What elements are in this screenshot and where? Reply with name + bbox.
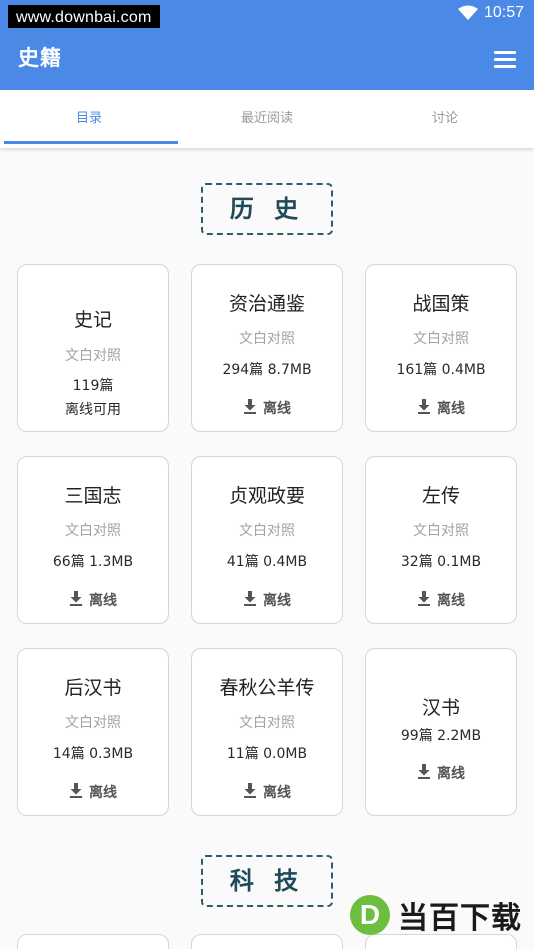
- book-stats: 14篇 0.3MB: [52, 746, 134, 762]
- book-stats: 32篇 0.1MB: [400, 554, 482, 570]
- tab-bar: 目录 最近阅读 讨论: [0, 90, 534, 148]
- tab-recent[interactable]: 最近阅读: [178, 90, 356, 148]
- wifi-icon: [457, 5, 478, 21]
- logo-text: 当百下载: [398, 901, 522, 936]
- offline-download-button[interactable]: 离线: [18, 590, 168, 610]
- book-name: 汉书: [421, 697, 460, 719]
- book-subtitle: 文白对照: [65, 715, 121, 731]
- book-stats: 41篇 0.4MB: [226, 554, 308, 570]
- download-icon: [243, 398, 257, 418]
- book-card-hanshu[interactable]: 汉书 99篇 2.2MB 离线: [365, 648, 517, 816]
- offline-label: 离线: [437, 401, 465, 417]
- offline-download-button[interactable]: 离线: [192, 398, 342, 418]
- book-stats: 99篇 2.2MB: [400, 728, 482, 744]
- book-name: 战国策: [412, 293, 470, 315]
- tab-discussion[interactable]: 讨论: [356, 90, 534, 148]
- book-stats: 161篇 0.4MB: [396, 362, 486, 378]
- status-icons: 10:57: [457, 4, 524, 22]
- book-card-chunqiugongyangzhuan[interactable]: 春秋公羊传 文白对照 11篇 0.0MB 离线: [191, 648, 343, 816]
- book-card-zizhitongjian[interactable]: 资治通鉴 文白对照 294篇 8.7MB 离线: [191, 264, 343, 432]
- book-card-shiji[interactable]: 史记 文白对照 119篇 离线可用: [17, 264, 169, 432]
- book-card-zhenguanzhengyao[interactable]: 贞观政要 文白对照 41篇 0.4MB 离线: [191, 456, 343, 624]
- book-subtitle: 文白对照: [239, 523, 295, 539]
- book-name: 左传: [421, 485, 460, 507]
- offline-label: 离线: [89, 785, 117, 801]
- offline-label: 离线: [89, 593, 117, 609]
- book-stats: 294篇 8.7MB: [222, 362, 312, 378]
- book-card-zuozhuan[interactable]: 左传 文白对照 32篇 0.1MB 离线: [365, 456, 517, 624]
- download-icon: [69, 782, 83, 802]
- offline-label: 离线: [263, 785, 291, 801]
- book-card-houhanshu[interactable]: 后汉书 文白对照 14篇 0.3MB 离线: [17, 648, 169, 816]
- offline-label: 离线: [437, 593, 465, 609]
- book-stats: 11篇 0.0MB: [226, 746, 308, 762]
- app-title: 史籍: [18, 46, 62, 70]
- book-card-zhanguoce[interactable]: 战国策 文白对照 161篇 0.4MB 离线: [365, 264, 517, 432]
- book-name: 三国志: [64, 485, 122, 507]
- offline-download-button[interactable]: 离线: [192, 782, 342, 802]
- offline-label: 离线: [437, 766, 465, 782]
- offline-status: 离线可用: [65, 402, 121, 418]
- book-subtitle: 文白对照: [413, 331, 469, 347]
- book-subtitle: 文白对照: [65, 523, 121, 539]
- book-name: 贞观政要: [228, 485, 305, 507]
- offline-label: 离线: [263, 401, 291, 417]
- book-name: 春秋公羊传: [219, 677, 315, 699]
- offline-download-button[interactable]: 离线: [18, 782, 168, 802]
- book-card-partial[interactable]: [191, 934, 343, 949]
- book-stats: 119篇: [72, 378, 114, 394]
- hamburger-menu-icon[interactable]: [488, 44, 522, 74]
- tab-catalog[interactable]: 目录: [0, 90, 178, 148]
- download-icon: [243, 782, 257, 802]
- download-icon: [417, 763, 431, 783]
- logo-badge-icon: D: [350, 895, 390, 935]
- offline-label: 离线: [263, 593, 291, 609]
- book-card-sanguozhi[interactable]: 三国志 文白对照 66篇 1.3MB 离线: [17, 456, 169, 624]
- book-card-partial[interactable]: [17, 934, 169, 949]
- book-name: 史记: [73, 309, 112, 331]
- section-title-science: 科 技: [201, 855, 333, 907]
- download-icon: [417, 398, 431, 418]
- watermark-logo: D 当百下载: [350, 893, 522, 937]
- book-name: 后汉书: [64, 677, 122, 699]
- book-stats: 66篇 1.3MB: [52, 554, 134, 570]
- book-subtitle: 文白对照: [413, 523, 469, 539]
- book-name: 资治通鉴: [228, 293, 305, 315]
- download-icon: [417, 590, 431, 610]
- book-subtitle: 文白对照: [65, 348, 121, 364]
- book-subtitle: 文白对照: [239, 715, 295, 731]
- offline-download-button[interactable]: 离线: [192, 590, 342, 610]
- status-time: 10:57: [483, 4, 524, 21]
- download-icon: [69, 590, 83, 610]
- app-bar: 史籍: [0, 28, 534, 90]
- offline-download-button[interactable]: 离线: [366, 590, 516, 610]
- offline-download-button[interactable]: 离线: [366, 398, 516, 418]
- offline-download-button[interactable]: 离线: [366, 763, 516, 783]
- section-title-history: 历 史: [201, 183, 333, 235]
- download-icon: [243, 590, 257, 610]
- book-subtitle: 文白对照: [239, 331, 295, 347]
